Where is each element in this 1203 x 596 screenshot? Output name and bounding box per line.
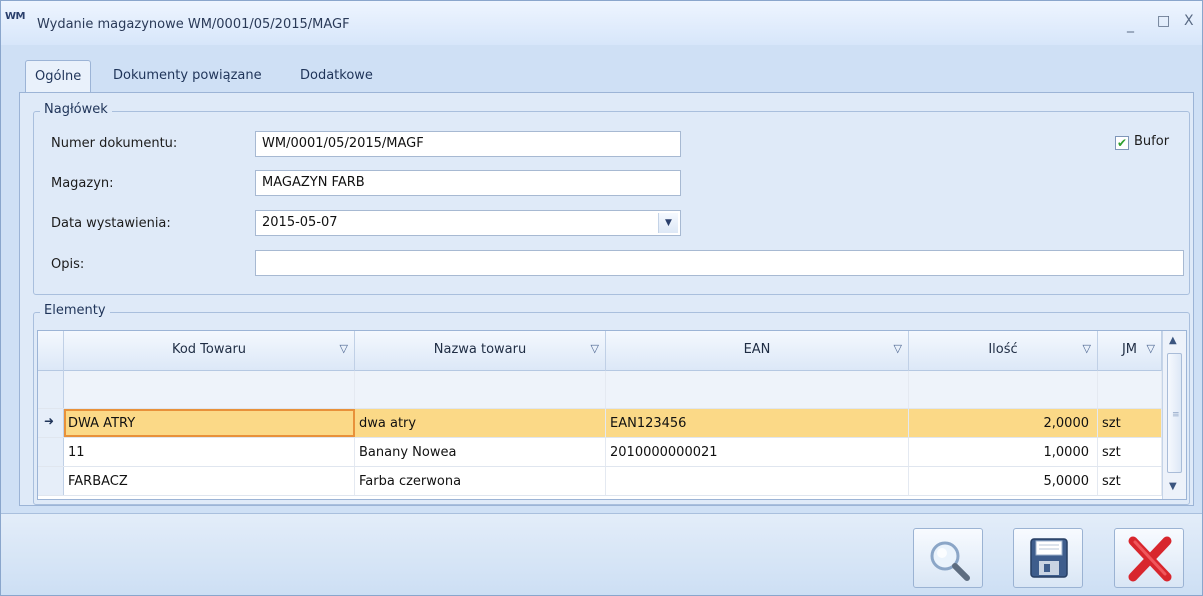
cell-ean[interactable]: 2010000000021 (606, 438, 909, 466)
header-group-title: Nagłówek (40, 102, 112, 117)
maximize-button[interactable]: □ (1157, 13, 1170, 29)
cell-jm[interactable]: szt (1098, 467, 1162, 495)
scroll-thumb[interactable]: ≡ (1167, 353, 1182, 473)
current-row-arrow-icon: ➜ (44, 414, 55, 428)
bufor-checkbox[interactable]: ✔ (1115, 136, 1129, 150)
filter-cell[interactable] (909, 371, 1098, 408)
tab-dokumenty-powiazane[interactable]: Dokumenty powiązane (104, 60, 271, 94)
cell-ean[interactable]: EAN123456 (606, 409, 909, 437)
filter-cell[interactable] (1098, 371, 1162, 408)
grid-vertical-scrollbar[interactable]: ▲ ≡ ▼ (1162, 331, 1186, 499)
column-header-label: Ilość (988, 342, 1018, 357)
data-wystawienia-value: 2015-05-07 (262, 215, 338, 230)
app-icon: WM (5, 11, 25, 22)
search-button[interactable] (913, 528, 983, 588)
minimize-button[interactable]: _ (1127, 17, 1134, 33)
filter-cell[interactable] (606, 371, 909, 408)
tab-ogolne[interactable]: Ogólne (25, 60, 92, 96)
elements-grid: Kod Towaru ▽ Nazwa towaru ▽ EAN ▽ Ilość … (37, 330, 1187, 500)
opis-field[interactable] (255, 250, 1184, 276)
column-header-ean[interactable]: EAN ▽ (606, 331, 909, 371)
header-indicator (38, 331, 64, 371)
row-indicator (38, 467, 64, 495)
column-header-kod-towaru[interactable]: Kod Towaru ▽ (64, 331, 355, 371)
close-window-button[interactable]: X (1184, 13, 1194, 29)
checkmark-icon: ✔ (1116, 136, 1128, 150)
cancel-icon (1128, 536, 1172, 582)
column-header-label: EAN (743, 342, 771, 357)
filter-icon[interactable]: ▽ (340, 342, 348, 355)
cell-jm[interactable]: szt (1098, 409, 1162, 437)
grid-header: Kod Towaru ▽ Nazwa towaru ▽ EAN ▽ Ilość … (38, 331, 1162, 371)
filter-icon[interactable]: ▽ (591, 342, 599, 355)
elements-group-title: Elementy (40, 303, 110, 318)
filter-cell[interactable] (64, 371, 355, 408)
table-row[interactable]: FARBACZ Farba czerwona 5,0000 szt (38, 467, 1162, 496)
cell-kod[interactable]: 11 (64, 438, 355, 466)
save-icon (1030, 538, 1068, 578)
auto-filter-row[interactable] (38, 371, 1162, 409)
numer-dokumentu-field[interactable]: WM/0001/05/2015/MAGF (255, 131, 681, 157)
cell-kod[interactable]: DWA ATRY (64, 409, 355, 437)
column-header-label: Kod Towaru (171, 342, 247, 357)
chevron-down-icon[interactable]: ▼ (658, 213, 678, 233)
data-wystawienia-label: Data wystawienia: (51, 216, 171, 231)
cell-nazwa[interactable]: Farba czerwona (355, 467, 606, 495)
cell-ilosc[interactable]: 2,0000 (909, 409, 1098, 437)
scroll-up-icon[interactable]: ▲ (1169, 335, 1177, 346)
tab-dodatkowe[interactable]: Dodatkowe (291, 60, 382, 94)
row-indicator (38, 371, 64, 408)
column-header-ilosc[interactable]: Ilość ▽ (909, 331, 1098, 371)
filter-icon[interactable]: ▽ (1147, 342, 1155, 355)
data-wystawienia-field[interactable]: 2015-05-07 ▼ (255, 210, 681, 236)
column-header-label: Nazwa towaru (433, 342, 527, 357)
grip-icon: ≡ (1172, 410, 1180, 420)
cell-ean[interactable] (606, 467, 909, 495)
filter-cell[interactable] (355, 371, 606, 408)
cell-ilosc[interactable]: 1,0000 (909, 438, 1098, 466)
tab-bar: Ogólne Dokumenty powiązane Dodatkowe (9, 53, 1196, 96)
cell-jm[interactable]: szt (1098, 438, 1162, 466)
column-header-nazwa-towaru[interactable]: Nazwa towaru ▽ (355, 331, 606, 371)
opis-label: Opis: (51, 257, 85, 272)
cell-nazwa[interactable]: Banany Nowea (355, 438, 606, 466)
window-title: Wydanie magazynowe WM/0001/05/2015/MAGF (37, 17, 350, 32)
document-window: WM Wydanie magazynowe WM/0001/05/2015/MA… (0, 0, 1203, 596)
table-row[interactable]: 11 Banany Nowea 2010000000021 1,0000 szt (38, 438, 1162, 467)
row-indicator (38, 438, 64, 466)
filter-icon[interactable]: ▽ (894, 342, 902, 355)
bufor-label: Bufor (1134, 134, 1170, 149)
cell-kod[interactable]: FARBACZ (64, 467, 355, 495)
save-button[interactable] (1013, 528, 1083, 588)
magazyn-label: Magazyn: (51, 176, 114, 191)
search-icon (930, 541, 970, 581)
magazyn-field[interactable]: MAGAZYN FARB (255, 170, 681, 196)
column-header-jm[interactable]: JM ▽ (1098, 331, 1162, 371)
cell-ilosc[interactable]: 5,0000 (909, 467, 1098, 495)
numer-dokumentu-label: Numer dokumentu: (51, 136, 178, 151)
title-bar: WM Wydanie magazynowe WM/0001/05/2015/MA… (1, 1, 1202, 45)
table-row[interactable]: ➜ DWA ATRY dwa atry EAN123456 2,0000 szt (38, 409, 1162, 438)
cancel-button[interactable] (1114, 528, 1184, 588)
column-header-label: JM (1121, 342, 1138, 357)
cell-nazwa[interactable]: dwa atry (355, 409, 606, 437)
filter-icon[interactable]: ▽ (1083, 342, 1091, 355)
scroll-down-icon[interactable]: ▼ (1169, 481, 1177, 492)
bottom-toolbar (1, 513, 1202, 595)
row-indicator: ➜ (38, 409, 64, 437)
